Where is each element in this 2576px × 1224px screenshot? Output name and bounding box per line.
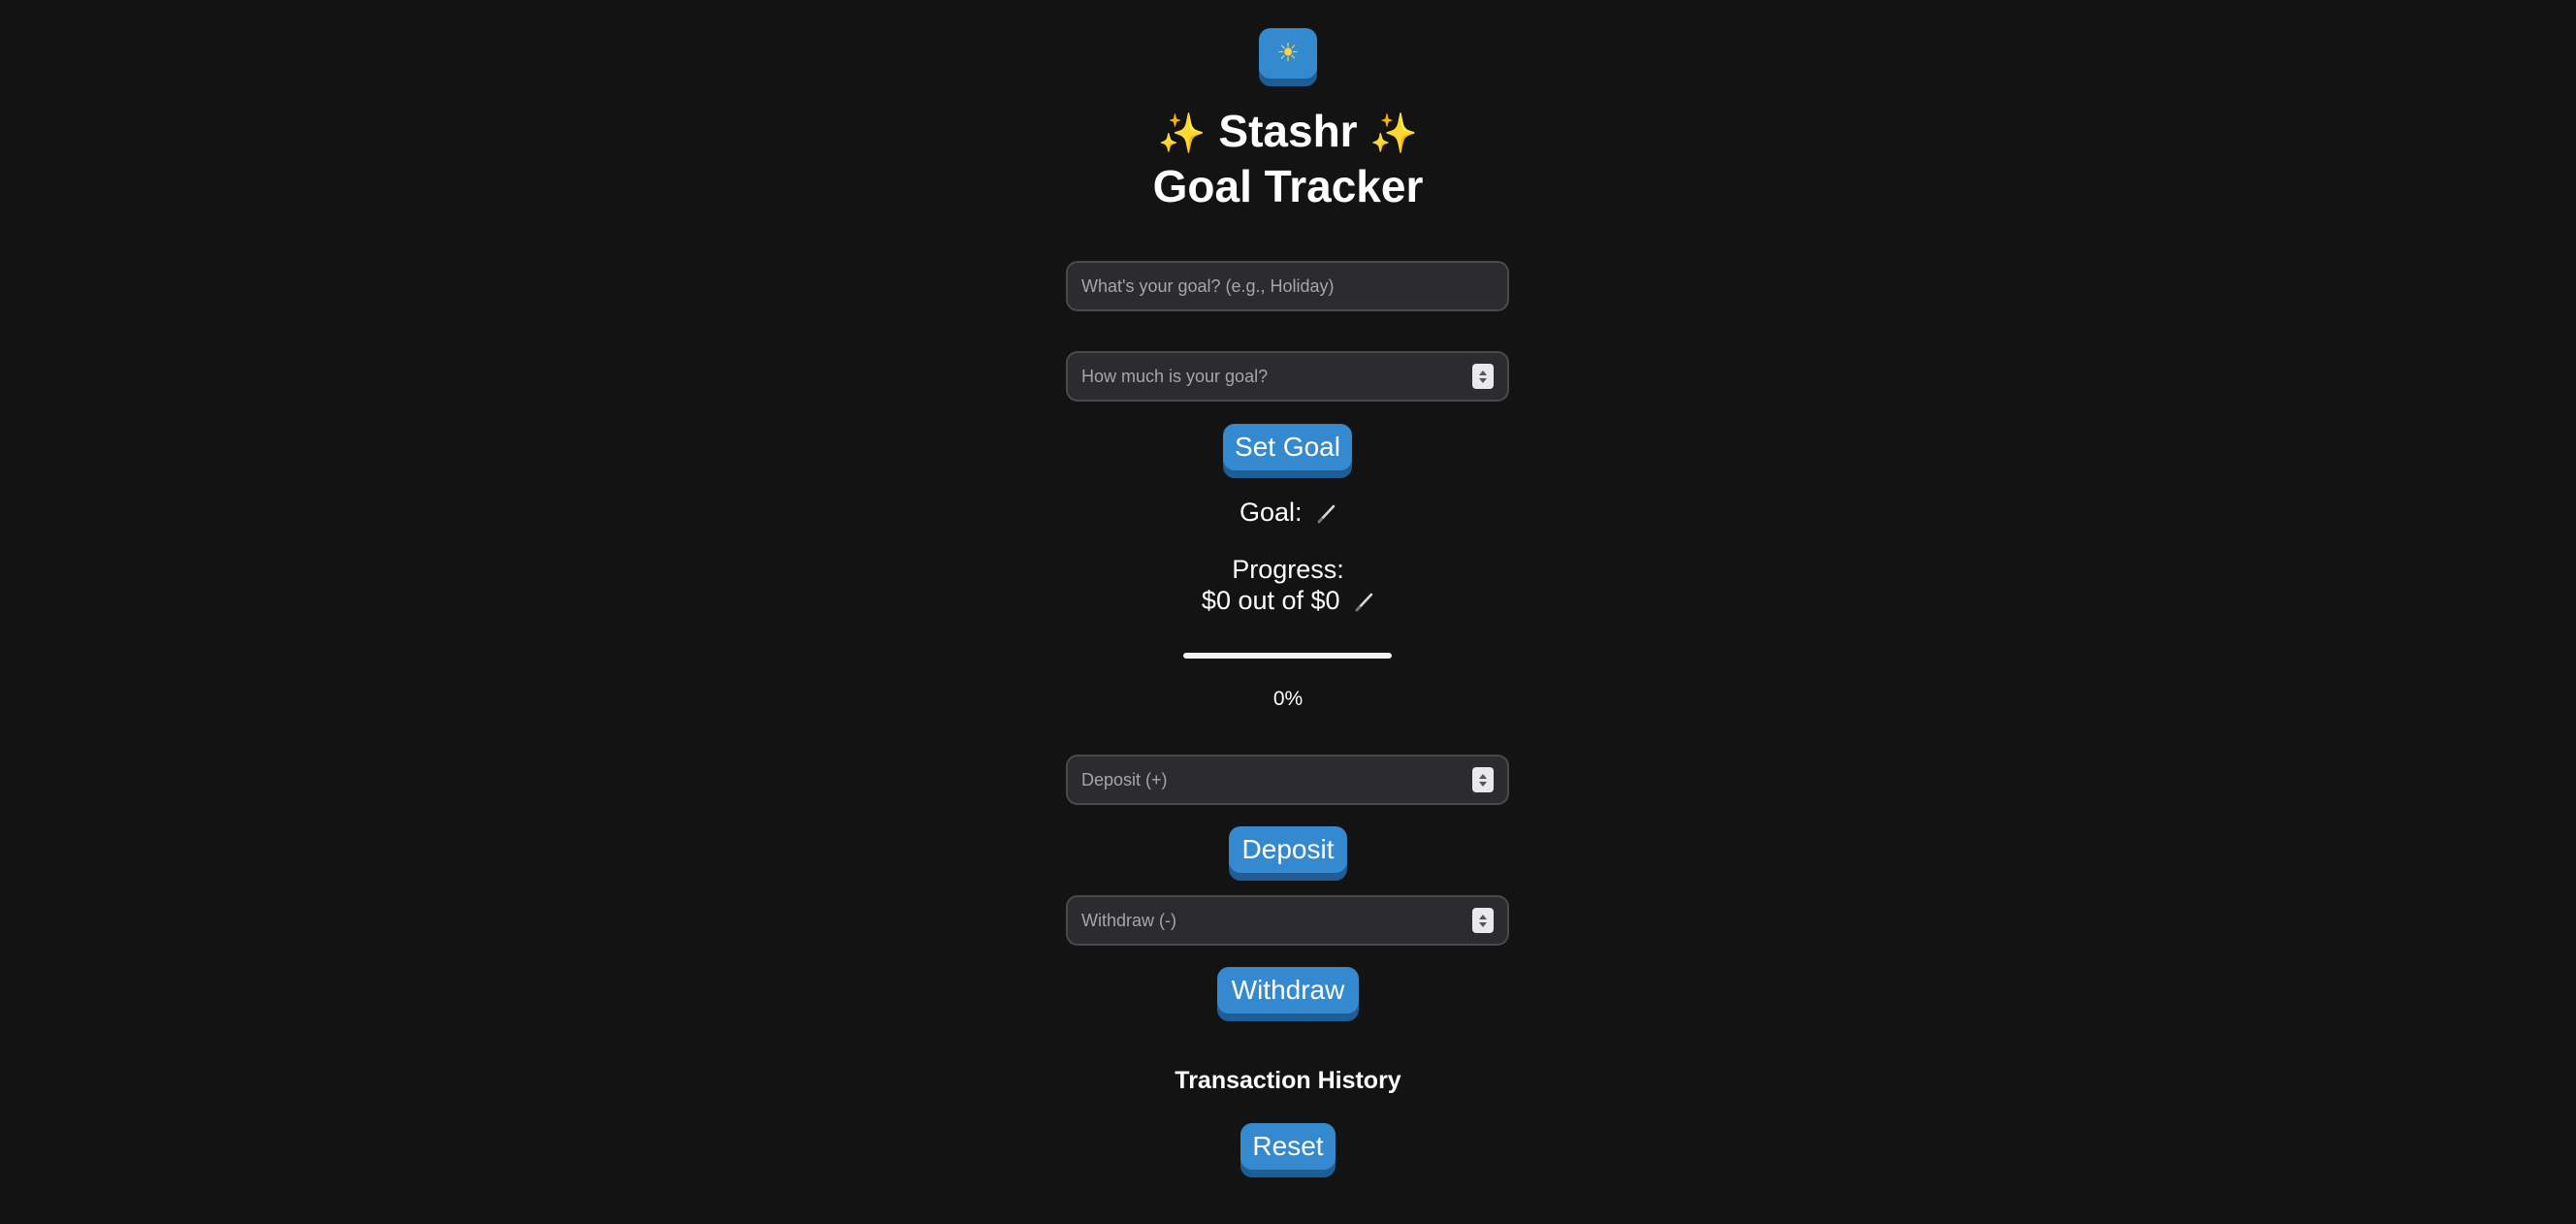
stepper-down-icon [1479, 921, 1487, 927]
withdraw-input[interactable] [1068, 897, 1472, 944]
reset-button[interactable]: Reset [1240, 1123, 1336, 1170]
stepper-up-icon [1479, 370, 1487, 375]
goal-amount-input[interactable] [1068, 353, 1472, 400]
deposit-stepper[interactable] [1472, 767, 1494, 792]
stepper-up-icon [1479, 773, 1487, 779]
set-goal-button[interactable]: Set Goal [1223, 424, 1352, 470]
app-subtitle: Goal Tracker [1152, 161, 1424, 211]
pencil-icon [1317, 504, 1336, 524]
sparkle-icon: ✨ [1157, 112, 1207, 156]
withdraw-field [1066, 895, 1509, 946]
deposit-button[interactable]: Deposit [1229, 826, 1347, 873]
sparkle-icon: ✨ [1369, 112, 1419, 156]
progress-label: Progress: [1232, 555, 1344, 584]
app-name-line: ✨ Stashr ✨ [852, 105, 1724, 160]
stepper-up-icon [1479, 914, 1487, 919]
transaction-history-title: Transaction History [1175, 1067, 1401, 1094]
progress-text: $0 out of $0 [1201, 586, 1340, 615]
deposit-input[interactable] [1068, 757, 1472, 803]
goal-tracker-page: ☀ ✨ Stashr ✨ Goal Tracker Set Goal Goal:… [0, 0, 2576, 1224]
goal-name-input[interactable] [1068, 263, 1507, 309]
goal-amount-stepper[interactable] [1472, 364, 1494, 389]
sun-icon: ☀ [1276, 39, 1300, 68]
progress-bar [1183, 653, 1392, 659]
progress-line: $0 out of $0 [1202, 585, 1374, 616]
theme-toggle-button[interactable]: ☀ [1259, 28, 1317, 79]
deposit-field [1066, 755, 1509, 805]
goal-label: Goal: [1239, 498, 1303, 527]
stepper-down-icon [1479, 377, 1487, 383]
progress-percent: 0% [1272, 688, 1304, 710]
page-title: ✨ Stashr ✨ Goal Tracker [852, 105, 1724, 212]
app-name: Stashr [1218, 106, 1358, 156]
stepper-down-icon [1479, 781, 1487, 787]
goal-name-field [1066, 261, 1509, 311]
progress-block: Progress: $0 out of $0 [1202, 554, 1374, 616]
withdraw-stepper[interactable] [1472, 908, 1494, 933]
goal-line: Goal: [1240, 497, 1336, 528]
withdraw-button[interactable]: Withdraw [1217, 967, 1359, 1014]
goal-amount-field [1066, 351, 1509, 402]
pencil-icon [1355, 593, 1373, 612]
